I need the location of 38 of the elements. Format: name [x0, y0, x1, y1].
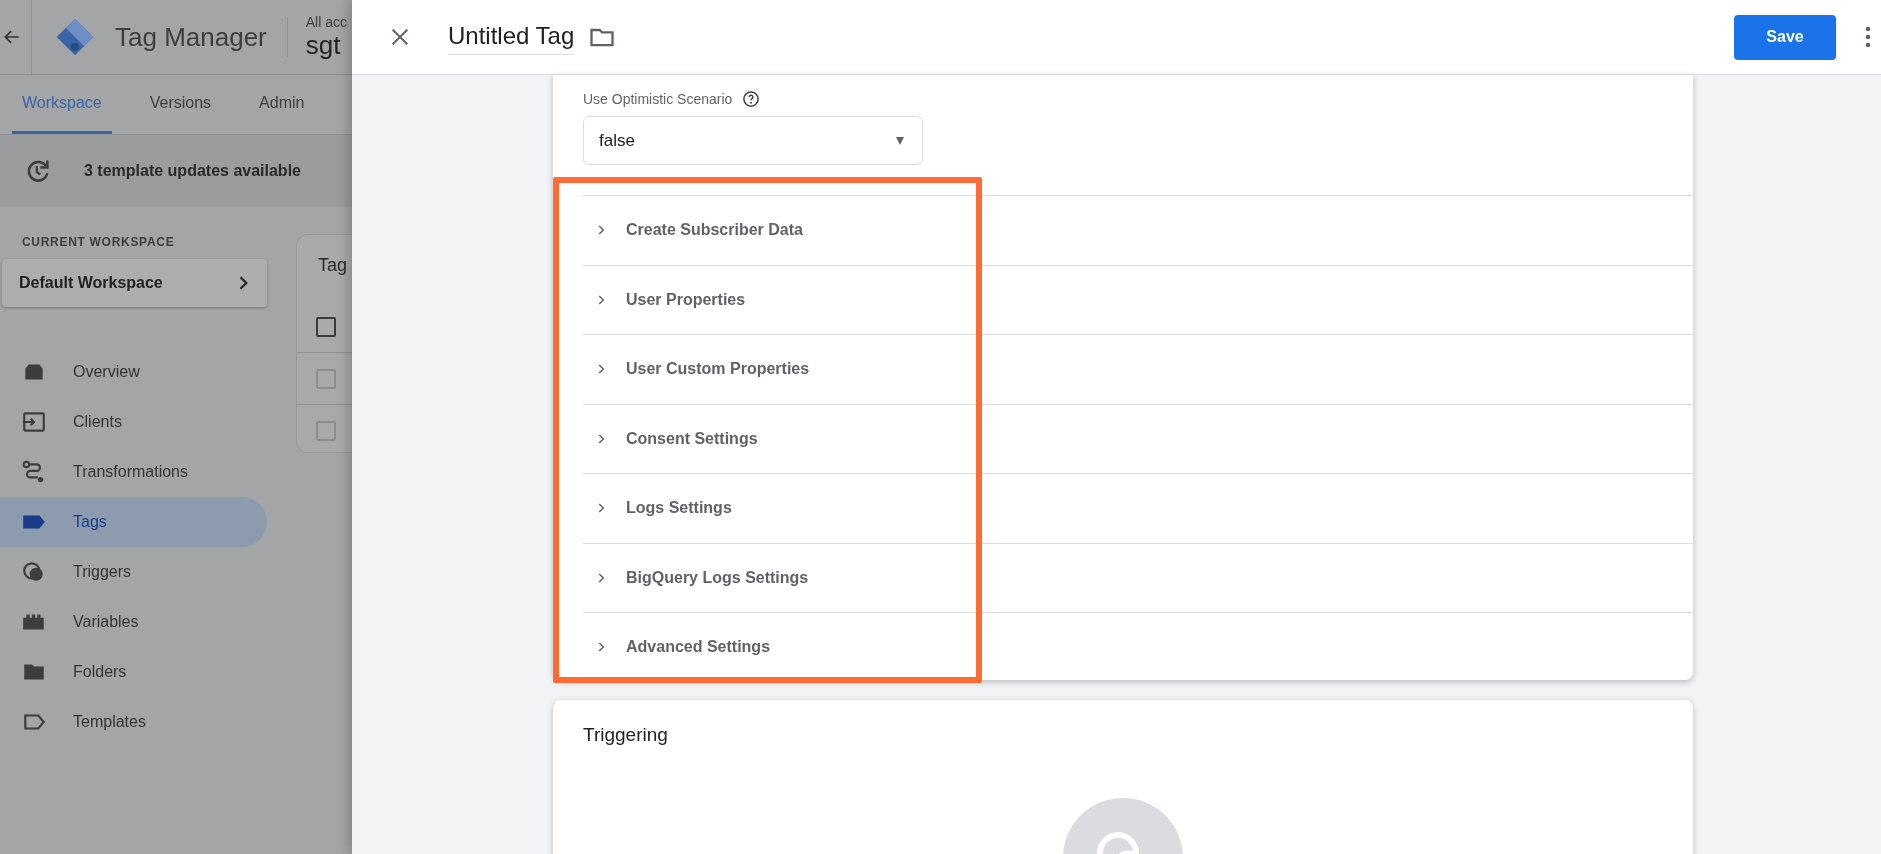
nav-item[interactable]: Tags: [0, 497, 267, 547]
sign-in-icon: [21, 409, 47, 435]
section-row[interactable]: Consent Settings: [583, 403, 1693, 473]
field-label: Use Optimistic Scenario: [583, 91, 733, 107]
diamond-logo-icon: [55, 17, 95, 57]
account-label: All acc: [305, 13, 347, 30]
tab[interactable]: Versions: [139, 75, 222, 134]
tab[interactable]: Admin: [249, 75, 315, 134]
dropdown-field[interactable]: false: [583, 116, 923, 165]
section-row[interactable]: User Custom Properties: [583, 334, 1693, 404]
nav-item[interactable]: Triggers: [0, 547, 267, 597]
workspace-selector[interactable]: Default Workspace: [2, 259, 267, 307]
close-icon: [389, 26, 411, 48]
nav-item[interactable]: Overview: [0, 347, 267, 397]
nav-item[interactable]: Variables: [0, 597, 267, 647]
container-name[interactable]: sgt: [305, 29, 341, 61]
product-name: Tag Manager: [115, 17, 288, 57]
section-row[interactable]: Create Subscriber Data: [583, 195, 1693, 265]
section-row[interactable]: Advanced Settings: [583, 612, 1693, 682]
checkbox[interactable]: [316, 420, 336, 441]
section-heading: CURRENT WORKSPACE: [22, 235, 176, 249]
help-icon: [742, 90, 761, 108]
section-row[interactable]: User Properties: [583, 264, 1693, 334]
card-title: Triggering: [583, 724, 669, 746]
nav-item[interactable]: Templates: [0, 697, 267, 747]
save-button[interactable]: Save: [1734, 14, 1836, 60]
dropdown-caret-icon: [893, 136, 907, 145]
card-title: Tag: [318, 255, 349, 277]
nav-item[interactable]: Clients: [0, 397, 267, 447]
tag-name-field[interactable]: Untitled Tag: [448, 19, 575, 55]
more-vert-icon: [1864, 25, 1872, 49]
nav-item[interactable]: Folders: [0, 647, 267, 697]
checkbox[interactable]: [316, 368, 336, 389]
section-row[interactable]: Logs Settings: [583, 473, 1693, 543]
nav-item[interactable]: Transformations: [0, 447, 267, 497]
section-row[interactable]: BigQuery Logs Settings: [583, 542, 1693, 612]
checkbox[interactable]: [316, 316, 336, 337]
banner-text: 3 template updates available: [84, 162, 301, 180]
